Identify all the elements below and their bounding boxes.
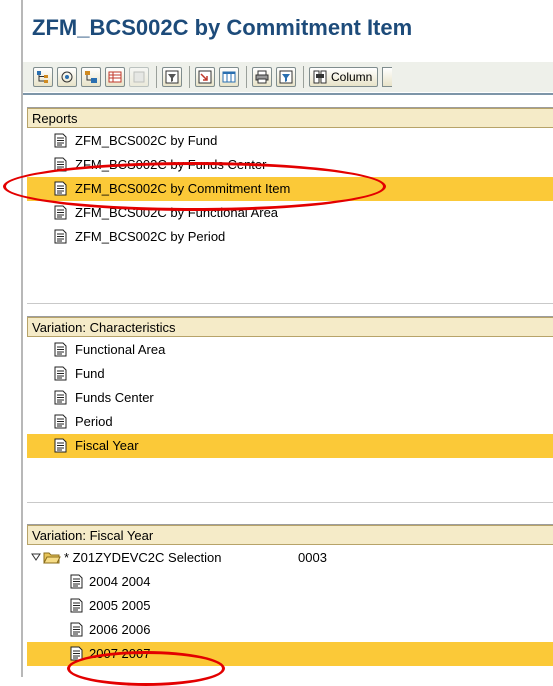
fiscal-year-item[interactable]: 2006 2006 (27, 618, 553, 642)
report-item[interactable]: ZFM_BCS002C by Period (27, 225, 553, 249)
characteristic-item-label: Functional Area (75, 342, 166, 357)
fiscal-year-panel-header: Variation: Fiscal Year (27, 525, 553, 545)
tree-icon[interactable] (81, 67, 101, 87)
document-icon (54, 229, 67, 249)
print-icon[interactable] (252, 67, 272, 87)
document-icon (54, 157, 67, 177)
drilldown-icon[interactable] (195, 67, 215, 87)
table-icon[interactable] (105, 67, 125, 87)
toolbar-separator (246, 66, 247, 88)
toolbar-separator (303, 66, 304, 88)
reports-panel: Reports ZFM_BCS002C by Fund ZFM_BCS002C b… (27, 107, 553, 304)
characteristic-item[interactable]: Funds Center (27, 386, 553, 410)
document-icon (54, 438, 67, 458)
hierarchy-icon[interactable] (33, 67, 53, 87)
characteristic-item-label: Fund (75, 366, 105, 381)
document-icon (54, 414, 67, 434)
toolbar-separator (156, 66, 157, 88)
characteristic-item[interactable]: Fund (27, 362, 553, 386)
characteristic-item[interactable]: Functional Area (27, 338, 553, 362)
characteristic-item-label: Funds Center (75, 390, 154, 405)
characteristic-item[interactable]: Period (27, 410, 553, 434)
column-button[interactable]: Column (309, 67, 379, 87)
toolbar-separator (189, 66, 190, 88)
document-icon (70, 574, 83, 594)
collapse-triangle-icon[interactable] (31, 553, 41, 561)
report-item-label: ZFM_BCS002C by Funds Center (75, 157, 267, 172)
window-left-edge (21, 0, 23, 677)
report-item-label: ZFM_BCS002C by Period (75, 229, 226, 244)
table-disabled-icon[interactable] (129, 67, 149, 87)
toolbar-divider (23, 93, 553, 95)
document-icon (54, 133, 67, 153)
export-icon[interactable] (276, 67, 296, 87)
folder-open-icon (43, 552, 61, 564)
fiscal-year-item-label: 2006 2006 (89, 622, 151, 637)
page-title: ZFM_BCS002C by Commitment Item (32, 15, 413, 40)
report-item-label: ZFM_BCS002C by Fund (75, 133, 218, 148)
characteristic-item[interactable]: Fiscal Year (27, 434, 553, 458)
document-icon (54, 181, 67, 201)
characteristics-panel: Variation: Characteristics Functional Ar… (27, 316, 553, 503)
fiscal-year-item[interactable]: 2004 2004 (27, 570, 553, 594)
characteristic-item-label: Period (75, 414, 113, 429)
column-button-label: Column (331, 70, 373, 84)
document-icon (70, 646, 83, 666)
toolbar: Column (23, 62, 553, 92)
selection-folder-label: * Z01ZYDEVC2C Selection (64, 550, 222, 565)
selection-folder-row[interactable]: * Z01ZYDEVC2C Selection 0003 (27, 546, 553, 570)
columns-icon[interactable] (219, 67, 239, 87)
characteristic-item-label: Fiscal Year (75, 438, 139, 453)
report-item[interactable]: ZFM_BCS002C by Functional Area (27, 201, 553, 225)
column-icon (313, 70, 327, 84)
document-icon (54, 205, 67, 225)
filter-icon[interactable] (162, 67, 182, 87)
fiscal-year-panel: Variation: Fiscal Year * Z01ZYDEVC2C Sel… (27, 524, 553, 678)
fiscal-year-item[interactable]: 2005 2005 (27, 594, 553, 618)
report-item[interactable]: ZFM_BCS002C by Fund (27, 129, 553, 153)
fiscal-year-item-label: 2004 2004 (89, 574, 151, 589)
toolbar-button-cut-off[interactable] (382, 67, 393, 87)
report-item-label: ZFM_BCS002C by Commitment Item (75, 181, 291, 196)
fiscal-year-item-label: 2005 2005 (89, 598, 151, 613)
report-item[interactable]: ZFM_BCS002C by Commitment Item (27, 177, 553, 201)
document-icon (54, 366, 67, 386)
reports-panel-header: Reports (27, 108, 553, 128)
document-icon (70, 622, 83, 642)
document-icon (54, 342, 67, 362)
fiscal-year-item-label: 2007 2007 (89, 646, 151, 661)
expand-icon[interactable] (57, 67, 77, 87)
report-item[interactable]: ZFM_BCS002C by Funds Center (27, 153, 553, 177)
fiscal-year-item[interactable]: 2007 2007 (27, 642, 553, 666)
report-item-label: ZFM_BCS002C by Functional Area (75, 205, 279, 220)
selection-folder-code: 0003 (298, 550, 327, 565)
document-icon (54, 390, 67, 410)
document-icon (70, 598, 83, 618)
characteristics-panel-header: Variation: Characteristics (27, 317, 553, 337)
